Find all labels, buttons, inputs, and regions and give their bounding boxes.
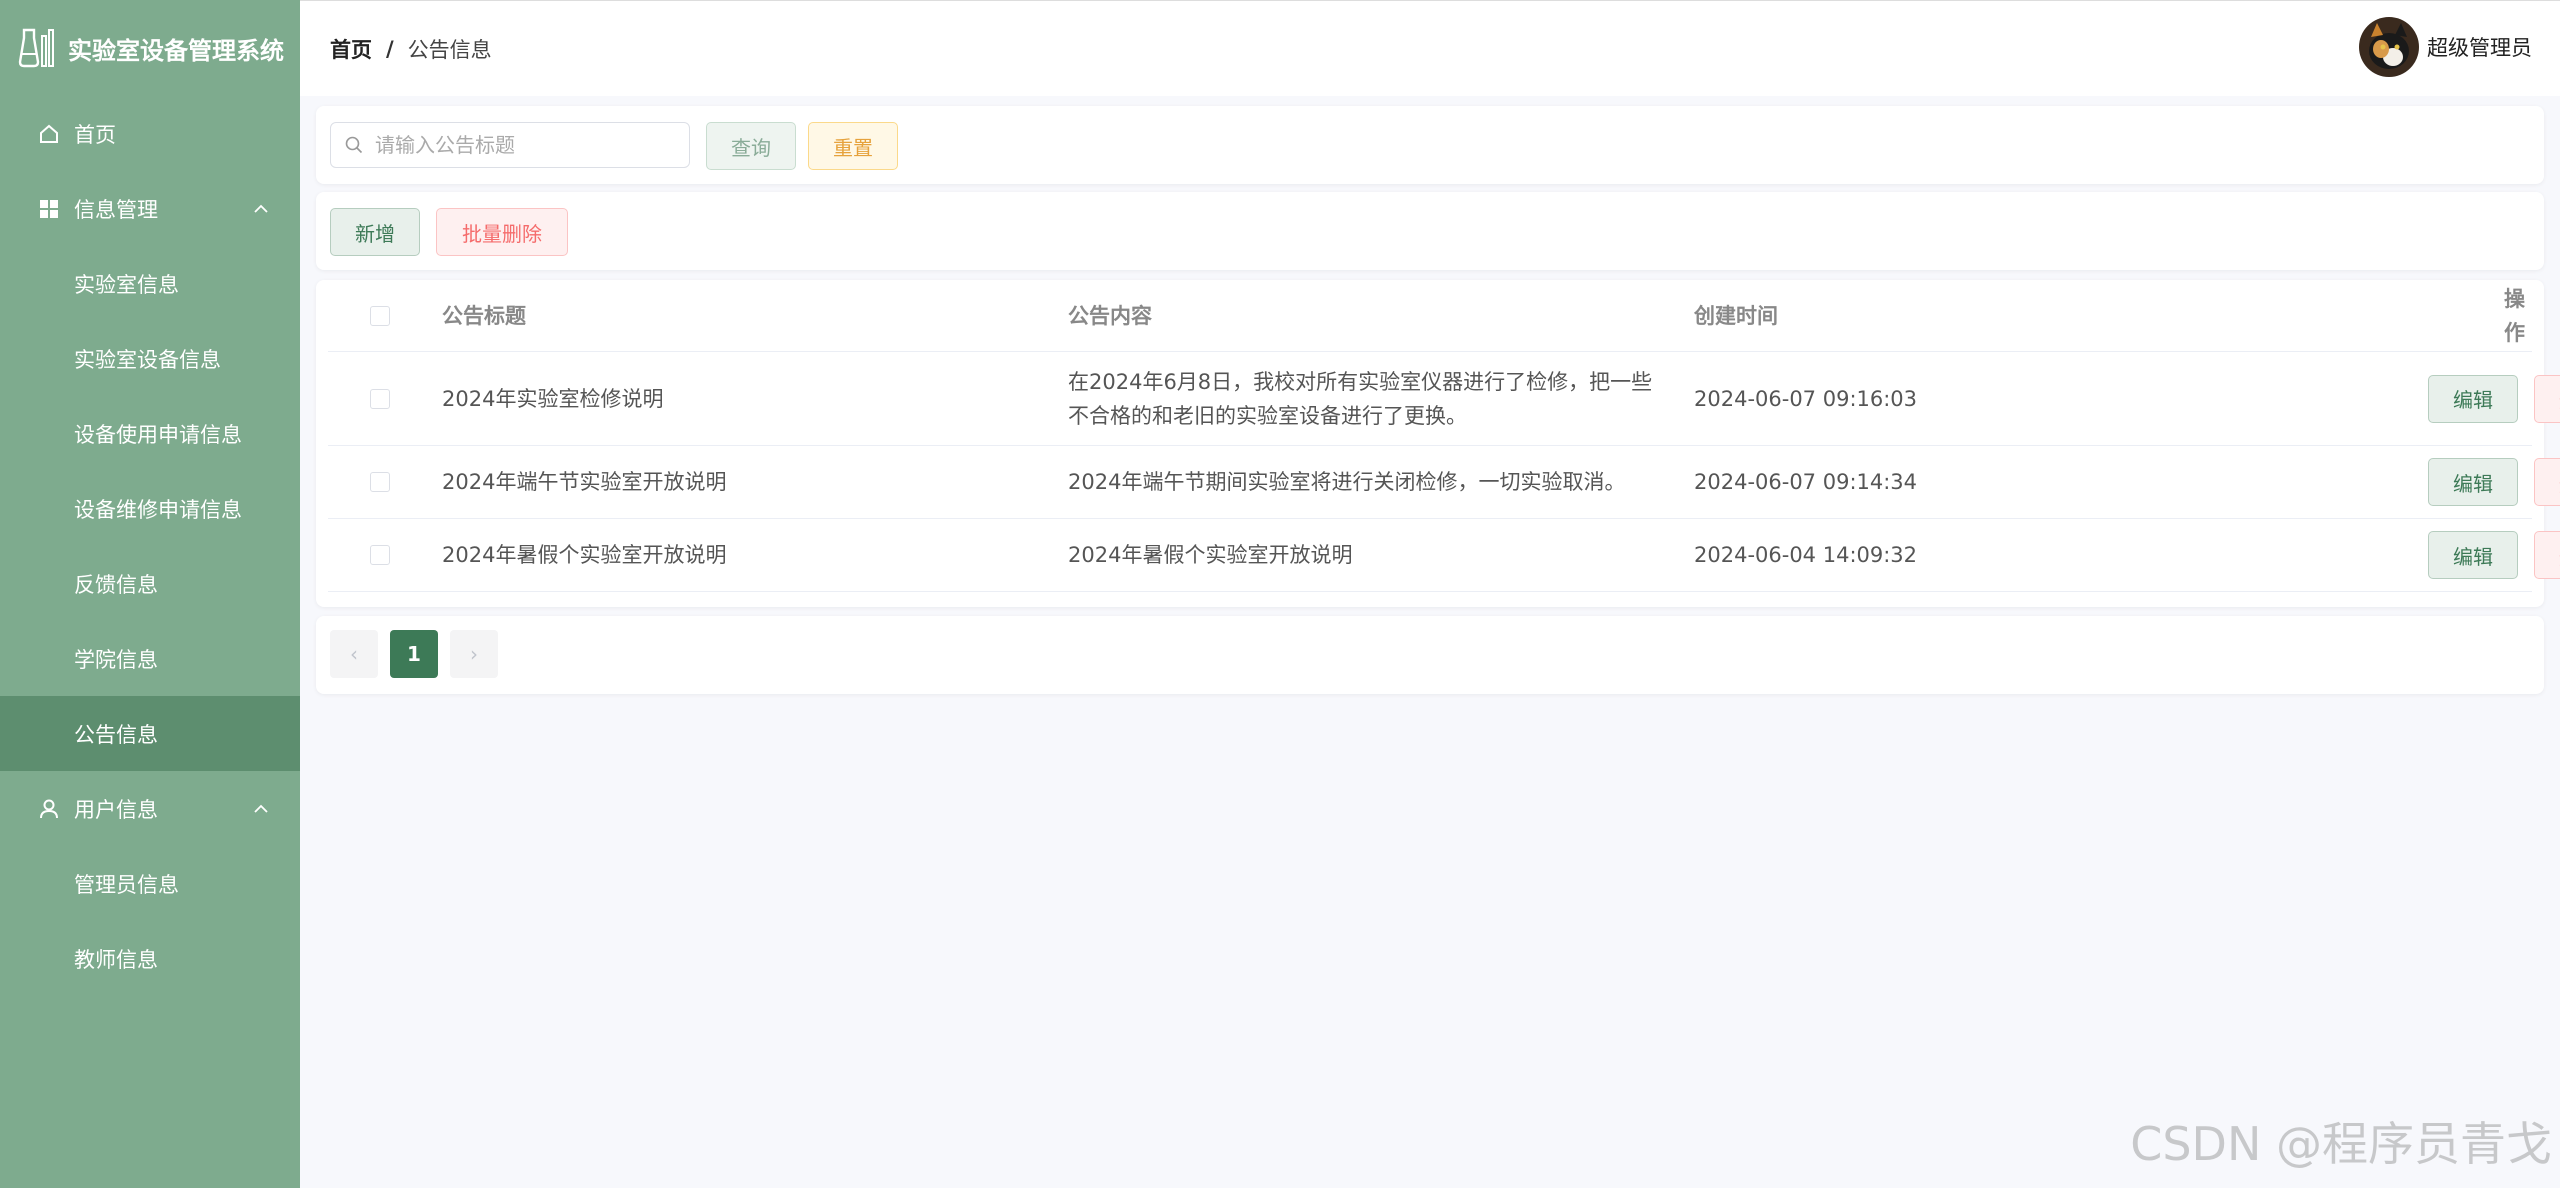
search-icon — [345, 136, 363, 154]
grid-icon — [36, 196, 62, 222]
reset-button[interactable]: 重置 — [808, 122, 898, 170]
sidebar-item-lab-equipment[interactable]: 实验室设备信息 — [0, 321, 300, 396]
row-checkbox[interactable] — [370, 545, 390, 565]
sidebar-item-feedback[interactable]: 反馈信息 — [0, 546, 300, 621]
column-header-content: 公告内容 — [1068, 303, 1152, 328]
user-menu[interactable]: 超级管理员 — [2359, 17, 2532, 77]
sidebar-item-label: 管理员信息 — [74, 872, 179, 897]
delete-button[interactable]: 删除 — [2534, 458, 2560, 506]
sidebar-group-info[interactable]: 信息管理 — [0, 171, 300, 246]
sidebar-item-label: 学院信息 — [74, 647, 158, 672]
chevron-up-icon — [254, 204, 268, 213]
breadcrumb-home[interactable]: 首页 — [330, 34, 372, 64]
column-header-ops: 操作 — [2504, 286, 2525, 345]
sidebar: 实验室设备管理系统 首页 信息管理 实验室信息 实验室设备信息 设备使用申请信息… — [0, 0, 300, 1188]
sidebar-item-label: 公告信息 — [74, 722, 158, 747]
row-content: 2024年端午节期间实验室将进行关闭检修，一切实验取消。 — [1068, 470, 1626, 494]
edit-button[interactable]: 编辑 — [2428, 374, 2518, 423]
prev-page-button[interactable]: ‹ — [330, 630, 378, 678]
app-logo: 实验室设备管理系统 — [0, 0, 300, 96]
sidebar-item-home[interactable]: 首页 — [0, 96, 300, 171]
home-icon — [36, 121, 62, 147]
sidebar-item-college[interactable]: 学院信息 — [0, 621, 300, 696]
row-title: 2024年实验室检修说明 — [442, 386, 664, 411]
add-button[interactable]: 新增 — [330, 208, 420, 256]
column-header-title: 公告标题 — [442, 303, 526, 328]
sidebar-item-label: 实验室设备信息 — [74, 347, 221, 372]
breadcrumb-current: 公告信息 — [407, 37, 492, 62]
column-header-time: 创建时间 — [1694, 303, 1778, 328]
row-title: 2024年端午节实验室开放说明 — [442, 470, 727, 494]
query-button[interactable]: 查询 — [706, 122, 796, 170]
sidebar-item-teacher[interactable]: 教师信息 — [0, 921, 300, 996]
sidebar-item-label: 首页 — [74, 122, 116, 147]
search-input[interactable] — [375, 133, 675, 157]
row-checkbox[interactable] — [370, 388, 390, 409]
table-row: 2024年端午节实验室开放说明 2024年端午节期间实验室将进行关闭检修，一切实… — [328, 446, 2560, 519]
sidebar-item-usage-application[interactable]: 设备使用申请信息 — [0, 396, 300, 471]
batch-delete-button[interactable]: 批量删除 — [436, 208, 568, 256]
sidebar-group-user[interactable]: 用户信息 — [0, 771, 300, 846]
user-name[interactable]: 超级管理员 — [2427, 32, 2532, 62]
row-time: 2024-06-07 09:14:34 — [1694, 470, 1918, 494]
avatar[interactable] — [2359, 17, 2419, 77]
delete-button[interactable]: 删除 — [2534, 531, 2560, 579]
sidebar-item-label: 设备维修申请信息 — [74, 497, 242, 522]
row-time: 2024-06-04 14:09:32 — [1694, 543, 1918, 567]
sidebar-group-label: 信息管理 — [74, 197, 158, 222]
sidebar-item-label: 设备使用申请信息 — [74, 422, 242, 447]
row-title: 2024年暑假个实验室开放说明 — [442, 543, 727, 567]
table-row: 2024年实验室检修说明 在2024年6月8日，我校对所有实验室仪器进行了检修，… — [328, 352, 2560, 446]
table-row: 2024年暑假个实验室开放说明 2024年暑假个实验室开放说明 2024-06-… — [328, 519, 2560, 592]
sidebar-item-repair-application[interactable]: 设备维修申请信息 — [0, 471, 300, 546]
row-time: 2024-06-07 09:16:03 — [1694, 386, 1918, 411]
row-content: 在2024年6月8日，我校对所有实验室仪器进行了检修，把一些不合格的和老旧的实验… — [1068, 369, 1653, 428]
select-all-checkbox[interactable] — [370, 305, 390, 326]
row-checkbox[interactable] — [370, 472, 390, 492]
edit-button[interactable]: 编辑 — [2428, 531, 2518, 579]
row-content: 2024年暑假个实验室开放说明 — [1068, 543, 1353, 567]
lab-flask-icon — [18, 28, 54, 68]
delete-button[interactable]: 删除 — [2534, 374, 2560, 423]
search-bar: 查询 重置 — [316, 106, 2544, 184]
edit-button[interactable]: 编辑 — [2428, 458, 2518, 506]
toolbar: 新增 批量删除 — [316, 192, 2544, 270]
notice-table: 公告标题 公告内容 创建时间 操作 2024年实验室检修说明 在2024年6月8… — [316, 280, 2560, 607]
table-header: 公告标题 公告内容 创建时间 操作 — [328, 280, 2532, 352]
breadcrumb-separator: / — [386, 36, 394, 61]
pagination: ‹ 1 › — [316, 616, 2544, 694]
sidebar-item-admin[interactable]: 管理员信息 — [0, 846, 300, 921]
sidebar-group-label: 用户信息 — [74, 797, 158, 822]
page-number-button[interactable]: 1 — [390, 630, 438, 678]
search-field[interactable] — [330, 122, 690, 168]
sidebar-item-label: 实验室信息 — [74, 272, 179, 297]
next-page-button[interactable]: › — [450, 630, 498, 678]
watermark: CSDN @程序员青戈 — [2130, 1117, 2552, 1171]
chevron-up-icon — [254, 804, 268, 813]
sidebar-item-label: 教师信息 — [74, 947, 158, 972]
top-header: 首页 / 公告信息 超级管理员 — [300, 0, 2560, 96]
sidebar-item-label: 反馈信息 — [74, 572, 158, 597]
app-title: 实验室设备管理系统 — [68, 36, 284, 65]
user-icon — [36, 796, 62, 822]
sidebar-item-lab[interactable]: 实验室信息 — [0, 246, 300, 321]
sidebar-item-notice[interactable]: 公告信息 — [0, 696, 300, 771]
